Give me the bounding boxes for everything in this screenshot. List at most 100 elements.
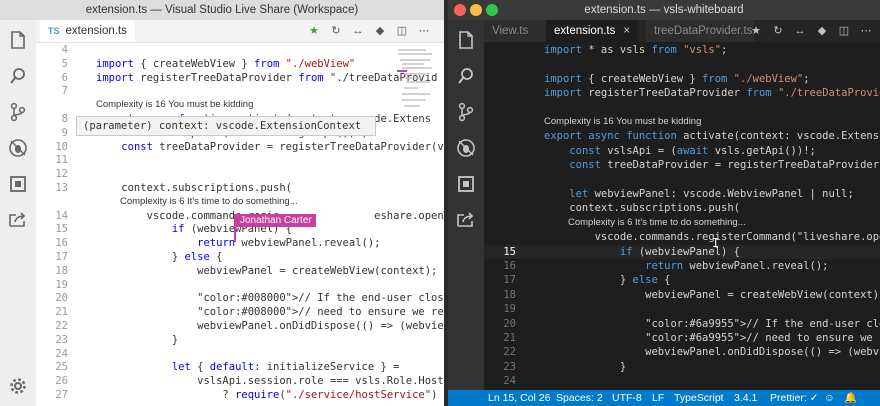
line-number: 27: [55, 389, 68, 401]
search-icon[interactable]: [6, 64, 30, 88]
code-line: 27 ? require("./service/hostService"): [36, 388, 444, 402]
code-line: 21 "color:#008000">// need to ensure we …: [36, 305, 444, 319]
code-line: 10 const treeDataProvider = registerTree…: [36, 140, 444, 154]
search-icon[interactable]: [454, 64, 478, 88]
code-line: 24: [36, 347, 444, 361]
status-indentation[interactable]: Spaces: 2: [556, 390, 603, 406]
compare-icon[interactable]: ↔: [792, 23, 808, 39]
line-number: 11: [55, 154, 68, 167]
tab-label: extension.ts: [65, 25, 127, 37]
live-share-icon[interactable]: [454, 208, 478, 232]
code-line: const treeDataProvider = registerTreeDat…: [484, 158, 880, 172]
line-number: 17: [55, 251, 68, 263]
code-editor[interactable]: import * as vsls from "vsls"; import { cr…: [484, 43, 880, 402]
code-line: 22 webviewPanel.onDidDispose(() => (webv…: [36, 319, 444, 333]
more-icon[interactable]: ⋯: [858, 23, 874, 39]
pin-icon[interactable]: ★: [306, 23, 322, 39]
line-number: 18: [503, 288, 516, 301]
code-lens[interactable]: Complexity is 16 You must be kidding: [484, 115, 880, 129]
tab-extension-ts[interactable]: extension.ts ×: [546, 20, 639, 42]
status-prettier[interactable]: Prettier: ✓: [770, 390, 818, 406]
code-line: 22 webviewPanel.onDidDispose(() => (webv…: [484, 345, 880, 359]
line-number: 15: [503, 245, 516, 258]
code-text: "color:#008000">// need to ensure we re-…: [197, 306, 444, 319]
code-line: 18 webviewPanel = createWebView(context)…: [36, 264, 444, 278]
code-line: 17 } else {: [36, 250, 444, 264]
line-number: 23: [503, 360, 516, 373]
code-lens-text: Complexity is 16 You must be kidding: [96, 99, 254, 111]
code-lens-text: Complexity is 6 It's time to do somethin…: [568, 216, 746, 228]
window-title-bar: extension.ts — vsls-whiteboard: [448, 0, 880, 20]
line-number: 8: [61, 113, 68, 125]
extensions-icon[interactable]: [454, 172, 478, 196]
zoom-window-button[interactable]: [486, 4, 498, 16]
minimap[interactable]: [396, 46, 436, 116]
code-line: 16 return webviewPanel.reveal();: [484, 259, 880, 273]
right-editor-window: extension.ts — vsls-whiteboard View.ts e…: [448, 0, 880, 406]
status-eol[interactable]: LF: [652, 390, 664, 406]
minimize-window-button[interactable]: [470, 4, 482, 16]
status-encoding[interactable]: UTF-8: [612, 390, 642, 406]
code-lens[interactable]: Complexity is 6 It's time to do somethin…: [36, 195, 444, 209]
notifications-icon[interactable]: 🔔: [844, 390, 857, 406]
line-number: 18: [55, 264, 68, 277]
live-share-follow-icon[interactable]: ↻: [770, 23, 786, 39]
line-number: 22: [55, 320, 68, 332]
code-lens[interactable]: Complexity is 16 You must be kidding: [36, 98, 444, 112]
window-title-bar: extension.ts — Visual Studio Live Share …: [0, 0, 444, 20]
git-icon[interactable]: ◆: [372, 23, 388, 39]
editor-tabs: TS extension.ts ★ ↻ ↔ ◆ ◫ ⋯: [36, 20, 444, 43]
code-line: 13 context.subscriptions.push(: [36, 181, 444, 195]
source-control-icon[interactable]: [454, 100, 478, 124]
close-window-button[interactable]: [454, 4, 466, 16]
code-line: 25 let { default: initializeService } =: [36, 360, 444, 374]
tab-extension-ts[interactable]: TS extension.ts: [40, 20, 135, 42]
files-icon[interactable]: [6, 28, 30, 52]
close-tab-icon[interactable]: ×: [623, 25, 630, 37]
line-number: 14: [55, 209, 68, 222]
code-text: webviewPanel = createWebView(context);: [544, 288, 880, 301]
code-text: }: [96, 333, 179, 346]
line-number: 9: [61, 126, 68, 139]
debug-icon[interactable]: [454, 136, 478, 160]
compare-icon[interactable]: ↔: [350, 23, 366, 39]
tab-view-ts[interactable]: View.ts: [484, 20, 546, 42]
code-line: 17 } else {: [484, 273, 880, 287]
code-line: 11: [36, 153, 444, 167]
source-control-icon[interactable]: [6, 100, 30, 124]
code-text: "color:#008000">// If the end-user close…: [197, 292, 444, 305]
code-text: }: [544, 360, 627, 373]
debug-icon[interactable]: [6, 136, 30, 160]
feedback-icon[interactable]: ☺: [824, 390, 835, 406]
code-line: 26 vslsApi.session.role === vsls.Role.Ho…: [36, 374, 444, 388]
status-bar: Ln 15, Col 26 Spaces: 2 UTF-8 LF TypeScr…: [448, 390, 880, 406]
status-ts-version[interactable]: 3.4.1: [734, 390, 757, 406]
files-icon[interactable]: [454, 28, 478, 52]
participant-name-flag: Jonathan Carter: [236, 214, 316, 227]
pin-icon[interactable]: ★: [748, 23, 764, 39]
live-share-icon[interactable]: [6, 208, 30, 232]
more-icon[interactable]: ⋯: [416, 23, 432, 39]
code-text: import registerTreeDataProvider from "./…: [544, 87, 880, 100]
split-editor-icon[interactable]: ◫: [836, 23, 852, 39]
code-line: 15 if (webviewPanel) {: [484, 244, 880, 259]
code-text: const treeDataProvider = registerTreeDat…: [121, 140, 444, 153]
split-editor-icon[interactable]: ◫: [394, 23, 410, 39]
editor-tabs: View.ts extension.ts × treeDataProvider.t…: [484, 20, 880, 42]
tab-treedataprovider-ts[interactable]: treeDataProvider.ts: [646, 20, 754, 42]
line-number: 12: [55, 168, 68, 181]
code-line: 7: [36, 84, 444, 98]
code-text: "color:#6a9955">// If the end-user close…: [645, 317, 880, 330]
status-cursor-position[interactable]: Ln 15, Col 26: [488, 390, 550, 406]
code-line: 16 return webviewPanel.reveal();: [36, 236, 444, 250]
code-lens[interactable]: Complexity is 6 It's time to do somethin…: [484, 216, 880, 230]
window-title: extension.ts — vsls-whiteboard: [584, 4, 744, 16]
extensions-icon[interactable]: [6, 172, 30, 196]
git-icon[interactable]: ◆: [814, 23, 830, 39]
gear-icon[interactable]: [6, 374, 30, 398]
status-language[interactable]: TypeScript: [674, 390, 724, 406]
live-share-follow-icon[interactable]: ↻: [328, 23, 344, 39]
line-number: 15: [55, 223, 68, 236]
code-line: 23 }: [484, 360, 880, 374]
